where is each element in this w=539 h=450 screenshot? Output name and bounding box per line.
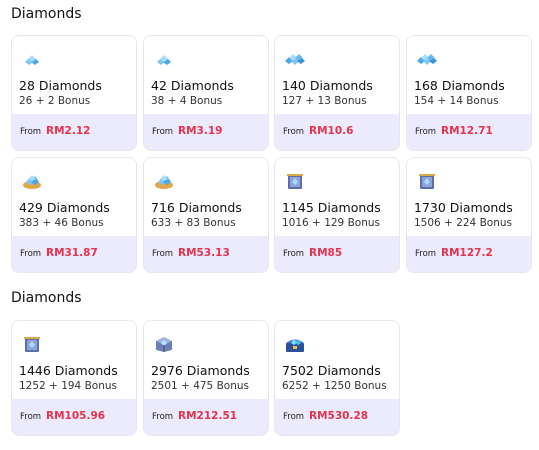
package-name: 2976 Diamonds	[151, 363, 250, 378]
package-price: RM212.51	[178, 410, 238, 422]
package-name: 1446 Diamonds	[19, 363, 118, 378]
price-bar: From RM3.19	[144, 114, 268, 150]
diamond-box-icon	[416, 172, 438, 190]
diamond-package-card[interactable]: 716 Diamonds 633 + 83 Bonus From RM53.13	[143, 157, 269, 273]
price-bar: From RM530.28	[275, 399, 399, 435]
package-price: RM530.28	[309, 410, 369, 422]
price-bar: From RM85	[275, 236, 399, 272]
small-diamond-pile-icon	[153, 50, 175, 68]
diamond-bag-icon	[153, 172, 175, 190]
diamond-package-card[interactable]: 1145 Diamonds 1016 + 129 Bonus From RM85	[274, 157, 400, 273]
diamond-package-card[interactable]: 2976 Diamonds 2501 + 475 Bonus From RM212.5…	[143, 320, 269, 436]
small-diamond-pile-icon	[21, 50, 43, 68]
package-bonus: 2501 + 475 Bonus	[151, 380, 249, 392]
package-price: RM127.2	[441, 247, 493, 259]
package-price: RM3.19	[178, 125, 223, 137]
diamond-package-card[interactable]: 28 Diamonds 26 + 2 Bonus From RM2.12	[11, 35, 137, 151]
section-title-diamonds: Diamonds	[11, 6, 82, 22]
price-from-label: From	[415, 127, 437, 137]
price-from-label: From	[283, 249, 305, 259]
price-bar: From RM127.2	[407, 236, 531, 272]
package-name: 28 Diamonds	[19, 78, 102, 93]
diamond-box-icon	[21, 335, 43, 353]
package-price: RM10.6	[309, 125, 354, 137]
section-title-diamonds-2: Diamonds	[11, 290, 82, 306]
diamond-package-card[interactable]: 429 Diamonds 383 + 46 Bonus From RM31.87	[11, 157, 137, 273]
price-bar: From RM2.12	[12, 114, 136, 150]
diamond-package-card[interactable]: 168 Diamonds 154 + 14 Bonus From RM12.71	[406, 35, 532, 151]
package-bonus: 38 + 4 Bonus	[151, 95, 223, 107]
package-name: 1730 Diamonds	[414, 200, 513, 215]
price-from-label: From	[152, 412, 174, 422]
price-bar: From RM31.87	[12, 236, 136, 272]
package-name: 429 Diamonds	[19, 200, 110, 215]
package-name: 1145 Diamonds	[282, 200, 381, 215]
price-from-label: From	[415, 249, 437, 259]
package-price: RM53.13	[178, 247, 230, 259]
package-bonus: 1016 + 129 Bonus	[282, 217, 380, 229]
package-bonus: 633 + 83 Bonus	[151, 217, 236, 229]
package-bonus: 1252 + 194 Bonus	[19, 380, 117, 392]
package-bonus: 26 + 2 Bonus	[19, 95, 91, 107]
package-price: RM12.71	[441, 125, 493, 137]
package-bonus: 6252 + 1250 Bonus	[282, 380, 387, 392]
package-name: 7502 Diamonds	[282, 363, 381, 378]
diamond-package-card[interactable]: 1446 Diamonds 1252 + 194 Bonus From RM105.9…	[11, 320, 137, 436]
package-bonus: 383 + 46 Bonus	[19, 217, 104, 229]
price-bar: From RM105.96	[12, 399, 136, 435]
price-bar: From RM10.6	[275, 114, 399, 150]
price-bar: From RM212.51	[144, 399, 268, 435]
diamond-pile-icon	[416, 50, 438, 68]
diamond-package-card[interactable]: 1730 Diamonds 1506 + 224 Bonus From RM127.2	[406, 157, 532, 273]
diamond-package-card[interactable]: 42 Diamonds 38 + 4 Bonus From RM3.19	[143, 35, 269, 151]
diamond-package-card[interactable]: 7502 Diamonds 6252 + 1250 Bonus From RM530.…	[274, 320, 400, 436]
price-bar: From RM53.13	[144, 236, 268, 272]
price-bar: From RM12.71	[407, 114, 531, 150]
package-price: RM31.87	[46, 247, 98, 259]
price-from-label: From	[20, 127, 42, 137]
package-bonus: 1506 + 224 Bonus	[414, 217, 512, 229]
price-from-label: From	[283, 412, 305, 422]
price-from-label: From	[283, 127, 305, 137]
diamond-chest-icon	[284, 335, 306, 353]
price-from-label: From	[20, 412, 42, 422]
package-price: RM85	[309, 247, 343, 259]
diamond-crate-icon	[153, 335, 175, 353]
package-name: 140 Diamonds	[282, 78, 373, 93]
package-bonus: 154 + 14 Bonus	[414, 95, 499, 107]
diamond-box-icon	[284, 172, 306, 190]
package-price: RM2.12	[46, 125, 91, 137]
price-from-label: From	[152, 127, 174, 137]
diamond-package-card[interactable]: 140 Diamonds 127 + 13 Bonus From RM10.6	[274, 35, 400, 151]
package-price: RM105.96	[46, 410, 106, 422]
diamond-pile-icon	[284, 50, 306, 68]
package-name: 168 Diamonds	[414, 78, 505, 93]
diamond-bag-icon	[21, 172, 43, 190]
price-from-label: From	[20, 249, 42, 259]
package-name: 42 Diamonds	[151, 78, 234, 93]
package-bonus: 127 + 13 Bonus	[282, 95, 367, 107]
package-name: 716 Diamonds	[151, 200, 242, 215]
price-from-label: From	[152, 249, 174, 259]
